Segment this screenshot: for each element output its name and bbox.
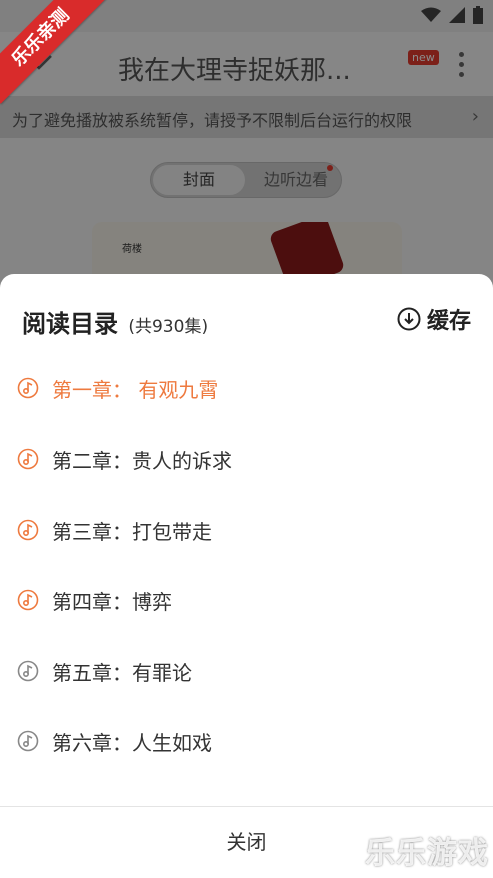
chapter-item[interactable]: 第六章：人生如戏 <box>0 711 493 771</box>
chapter-label: 第三章：打包带走 <box>52 519 212 544</box>
chapter-label: 第六章：人生如戏 <box>52 730 212 755</box>
sheet-title: 阅读目录 (共930集) <box>22 304 208 339</box>
music-note-icon <box>17 589 39 611</box>
sheet-title-text: 阅读目录 <box>22 310 118 338</box>
music-note-icon <box>17 377 39 399</box>
chapter-label: 第二章：贵人的诉求 <box>52 448 232 473</box>
download-icon <box>397 307 421 331</box>
chapter-item[interactable]: 第二章：贵人的诉求 <box>0 429 493 489</box>
chapter-item[interactable]: 第一章： 有观九霄 <box>0 358 493 418</box>
cache-label: 缓存 <box>427 309 472 334</box>
chapter-label: 第五章：有罪论 <box>52 660 192 685</box>
chapter-item[interactable]: 第四章：博弈 <box>0 570 493 630</box>
chapter-label: 第一章： 有观九霄 <box>52 377 219 402</box>
chapter-label: 第四章：博弈 <box>52 589 172 614</box>
chapter-item[interactable]: 第三章：打包带走 <box>0 500 493 560</box>
watermark-url: www.6ll.com <box>396 868 453 878</box>
watermark-text: 乐乐游戏 <box>365 836 489 871</box>
chapter-item[interactable]: 第五章：有罪论 <box>0 641 493 701</box>
music-note-icon <box>17 660 39 682</box>
music-note-icon <box>17 519 39 541</box>
music-note-icon <box>17 730 39 752</box>
cache-button[interactable]: 缓存 <box>397 305 472 334</box>
music-note-icon <box>17 448 39 470</box>
chapter-count: (共930集) <box>128 317 209 337</box>
catalog-sheet: 阅读目录 (共930集) 缓存 第一章： 有观九霄 第二章：贵人的诉求 第三章：… <box>0 274 493 878</box>
